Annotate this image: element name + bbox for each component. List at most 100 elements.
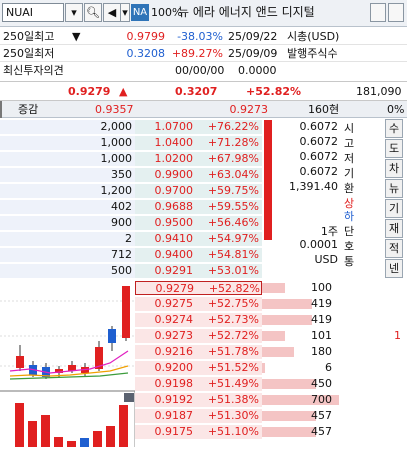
side-button[interactable]: 재: [385, 219, 403, 238]
bid-volume-cell: 101 1: [262, 329, 407, 343]
low-price: 0.3208: [126, 47, 166, 60]
ask-volume: 500: [0, 264, 135, 278]
ask-row[interactable]: 0.9410 +54.97%: [135, 232, 262, 246]
ask-row[interactable]: 0.9700 +59.75%: [135, 184, 262, 198]
speaker-menu-button[interactable]: ▾: [120, 3, 130, 22]
bid-volume: 180: [311, 345, 332, 358]
ask-rate: +54.81%: [207, 248, 259, 261]
ask-price: 0.9688: [154, 200, 194, 213]
symbol-input[interactable]: NUAI: [2, 3, 64, 22]
info-panel: 250일최고 ▼ 0.9799 -38.03% 25/09/22 시총(USD)…: [0, 28, 407, 82]
bid-row[interactable]: 0.9192 +51.38%: [135, 393, 262, 407]
ask-row[interactable]: 0.9291 +53.01%: [135, 264, 262, 278]
ask-rate: +59.75%: [207, 184, 259, 197]
bid-rate: +51.38%: [207, 393, 259, 406]
change-rate: +52.82%: [246, 85, 302, 98]
ask-volume: 350: [0, 168, 135, 182]
stat-key: 기: [344, 167, 355, 180]
dropdown-button[interactable]: ▾: [65, 3, 83, 22]
high-price: 0.9799: [126, 30, 166, 43]
box-button-2[interactable]: [388, 3, 404, 22]
bid-volume: 100: [311, 281, 332, 294]
ask-volume: 402: [0, 200, 135, 214]
bid-price: 0.9175: [154, 425, 194, 438]
box-button-1[interactable]: [370, 3, 386, 22]
stat-value: 0.6072: [299, 150, 339, 163]
bid-volume-cell: 100: [262, 281, 407, 295]
stat-value: 0.6072: [299, 120, 339, 133]
bid-volume-cell: 457: [262, 409, 407, 423]
ask-rate: +67.98%: [207, 152, 259, 165]
side-button[interactable]: 뉴: [385, 179, 403, 198]
up-arrow-icon: ▲: [119, 85, 128, 98]
bid-row[interactable]: 0.9274 +52.73%: [135, 313, 262, 327]
bid-volume: 457: [311, 425, 332, 438]
ask-price: 1.0200: [154, 152, 194, 165]
stat-key: 시: [344, 122, 355, 135]
bid-volume-cell: 419: [262, 313, 407, 327]
stat-key: 저: [344, 152, 355, 165]
ask-row[interactable]: 0.9400 +54.81%: [135, 248, 262, 262]
bid-volume-cell: 450: [262, 377, 407, 391]
bid-row[interactable]: 0.9198 +51.49%: [135, 377, 262, 391]
chart-close-icon: [124, 393, 134, 402]
bid-row[interactable]: 0.9187 +51.30%: [135, 409, 262, 423]
bid-price: 0.9274: [154, 313, 194, 326]
search-icon[interactable]: 🔍︎: [84, 3, 102, 22]
side-button[interactable]: 넨: [385, 259, 403, 278]
info-row-opinion: 최신투자의견 00/00/00 0.0000: [0, 63, 407, 79]
stat2-value: 0.0001: [299, 238, 339, 251]
bid-row[interactable]: 0.9273 +52.72%: [135, 329, 262, 343]
side-button[interactable]: 기: [385, 199, 403, 218]
ask-row[interactable]: 1.0200 +67.98%: [135, 152, 262, 166]
stat2-key: 통: [344, 255, 355, 268]
volume: 181,090: [356, 85, 402, 98]
header-marker: [0, 101, 2, 118]
side-button[interactable]: 수: [385, 119, 403, 138]
stat2-value: 1주: [320, 225, 338, 238]
ask-row[interactable]: 0.9688 +59.55%: [135, 200, 262, 214]
side-button[interactable]: 차: [385, 159, 403, 178]
high-date: 25/09/22: [228, 30, 278, 43]
ask-volume: 1,200: [0, 184, 135, 198]
na-badge[interactable]: NA: [131, 4, 149, 21]
bid-row[interactable]: 0.9175 +51.10%: [135, 425, 262, 439]
ask-row[interactable]: 0.9500 +56.46%: [135, 216, 262, 230]
zoom-level[interactable]: 100%: [151, 4, 182, 21]
bid-price: 0.9279: [155, 282, 195, 295]
ask-row[interactable]: 0.9900 +63.04%: [135, 168, 262, 182]
bid-rate: +52.82%: [208, 282, 260, 295]
market-cap-label: 시총(USD): [287, 30, 340, 43]
bid-extra: 1: [394, 329, 401, 342]
stat-key: 고: [344, 137, 355, 150]
bid-price: 0.9198: [154, 377, 194, 390]
orderbook-header: 증감 0.9357 0.9273 160현 0%: [0, 101, 407, 118]
bid-rate: +51.52%: [207, 361, 259, 374]
low-label: 250일최저: [3, 47, 55, 60]
bid-row[interactable]: 0.9200 +51.52%: [135, 361, 262, 375]
side-button[interactable]: 적: [385, 239, 403, 258]
shares-label: 발행주식수: [287, 47, 338, 60]
bid-volume: 419: [311, 313, 332, 326]
price-bar: 0.9279 ▲ 0.3207 +52.82% 181,090: [0, 83, 407, 101]
bid-volume: 6: [325, 361, 332, 374]
stat-value: 1,391.40: [289, 180, 338, 193]
ask-row[interactable]: 1.0700 +76.22%: [135, 120, 262, 134]
high-dropdown-icon[interactable]: ▼: [72, 29, 80, 45]
side-button-panel: 수도차뉴기재적넨: [357, 118, 407, 281]
side-button[interactable]: 도: [385, 139, 403, 158]
bid-volume-cell: 457: [262, 425, 407, 439]
speaker-icon[interactable]: ◀: [103, 3, 121, 22]
bid-price: 0.9273: [154, 329, 194, 342]
bid-row[interactable]: 0.9275 +52.75%: [135, 297, 262, 311]
bid-row[interactable]: 0.9279 +52.82%: [135, 281, 262, 295]
stat2-key: 호: [344, 240, 355, 253]
ask-row[interactable]: 1.0400 +71.28%: [135, 136, 262, 150]
ask-price: 0.9900: [154, 168, 194, 181]
down-limit-label: 하: [344, 210, 355, 223]
bid-row[interactable]: 0.9216 +51.78%: [135, 345, 262, 359]
ask-total-bar: [264, 120, 272, 240]
header-percent: 0%: [387, 103, 405, 116]
bid-rate: +51.78%: [207, 345, 259, 358]
bid-rate: +51.30%: [207, 409, 259, 422]
